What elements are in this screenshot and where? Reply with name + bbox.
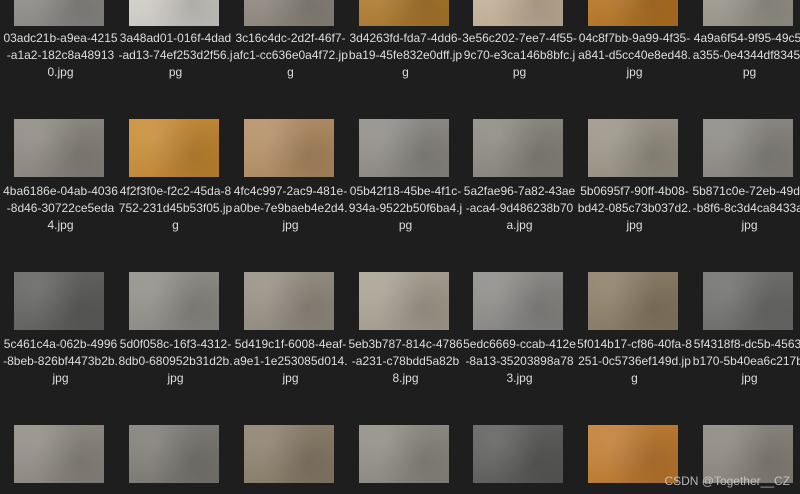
file-name: 5f4318f8-dc5b-4563-b170-5b40ea6c217b.jpg (692, 337, 800, 385)
file-name: 4ba6186e-04ab-4036-8d46-30722ce5eda4.jpg (3, 184, 118, 232)
file-grid: 03adc21b-a9ea-4215-a1a2-182c8a489130.jpg… (0, 0, 800, 494)
watermark: CSDN @Together__CZ (664, 474, 790, 488)
file-name: 5eb3b787-814c-4786-a231-c78bdd5a82b8.jpg (348, 337, 463, 385)
file-name: 5d0f058c-16f3-4312-8db0-680952b31d2b.jpg (118, 337, 233, 385)
file-item[interactable] (118, 0, 233, 483)
file-item[interactable] (692, 0, 800, 483)
file-thumbnail[interactable] (129, 425, 219, 483)
file-name: 5a2fae96-7a82-43ae-aca4-9d486238b70a.jpg (463, 184, 576, 232)
file-thumbnail[interactable] (359, 272, 449, 330)
file-name: 5b871c0e-72eb-49d4-b8f6-8c3d4ca8433a.jpg (692, 184, 800, 232)
file-thumbnail[interactable] (129, 272, 219, 330)
file-name: 4fc4c997-2ac9-481e-a0be-7e9baeb4e2d4.jpg (233, 184, 348, 232)
file-thumbnail[interactable] (473, 272, 563, 330)
file-name: 5d419c1f-6008-4eaf-a9e1-1e253085d014.jpg (233, 337, 348, 385)
file-thumbnail[interactable] (359, 425, 449, 483)
file-name: 05b42f18-45be-4f1c-934a-9522b50f6ba4.jpg (348, 184, 463, 232)
file-item[interactable] (348, 0, 463, 483)
file-name: 5c461c4a-062b-4996-8beb-826bf4473b2b.jpg (3, 337, 118, 385)
file-item[interactable] (462, 0, 577, 483)
file-thumbnail[interactable] (244, 425, 334, 483)
file-thumbnail[interactable] (703, 272, 793, 330)
file-item[interactable] (233, 0, 348, 483)
file-name: 5f014b17-cf86-40fa-8251-0c5736ef149d.jpg (577, 337, 692, 385)
file-name: 5b0695f7-90ff-4b08-bd42-085c73b037d2.jpg (577, 184, 692, 232)
file-thumbnail[interactable] (14, 425, 104, 483)
file-item[interactable] (3, 0, 118, 483)
file-thumbnail[interactable] (473, 425, 563, 483)
file-name: 5edc6669-ccab-412e-8a13-35203898a783.jpg (463, 337, 576, 385)
file-thumbnail[interactable] (588, 272, 678, 330)
file-thumbnail[interactable] (14, 272, 104, 330)
file-name: 4f2f3f0e-f2c2-45da-8752-231d45b53f05.jpg (118, 184, 233, 232)
file-item[interactable] (577, 0, 692, 483)
file-thumbnail[interactable] (244, 272, 334, 330)
